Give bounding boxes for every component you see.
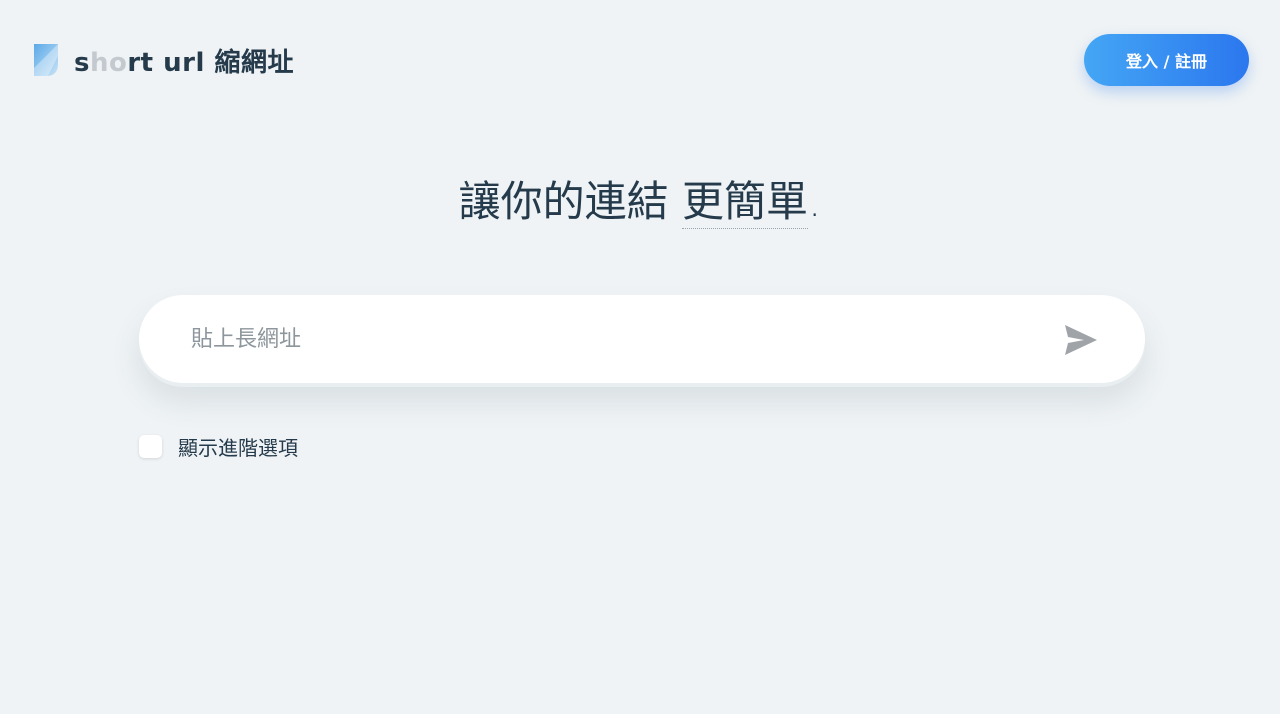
page-title-accent: 更簡單 (681, 177, 808, 229)
shorten-submit-button[interactable] (1057, 319, 1103, 361)
logo-text-faded: ho (89, 47, 128, 78)
page-title-main: 讓你的連結 (458, 177, 682, 226)
send-icon (1065, 325, 1097, 355)
advanced-options-checkbox[interactable] (139, 434, 162, 458)
logo-text-start: s (74, 47, 90, 78)
login-register-button[interactable]: 登入 / 註冊 (1084, 34, 1249, 86)
page: short url 縮網址 登入 / 註冊 讓你的連結 更簡單. 顯示進階選項 (0, 0, 1280, 714)
page-title-end: . (808, 177, 822, 226)
logo[interactable]: short url 縮網址 (34, 40, 294, 80)
page-title: 讓你的連結 更簡單. (0, 168, 1280, 229)
logo-text-rest: rt url 縮網址 (127, 47, 294, 78)
logo-text: short url 縮網址 (74, 42, 294, 79)
url-form (139, 295, 1145, 383)
long-url-input[interactable] (191, 319, 1031, 359)
logo-icon (34, 44, 58, 76)
advanced-options-toggle[interactable]: 顯示進階選項 (139, 432, 298, 461)
advanced-options-label[interactable]: 顯示進階選項 (178, 432, 298, 461)
